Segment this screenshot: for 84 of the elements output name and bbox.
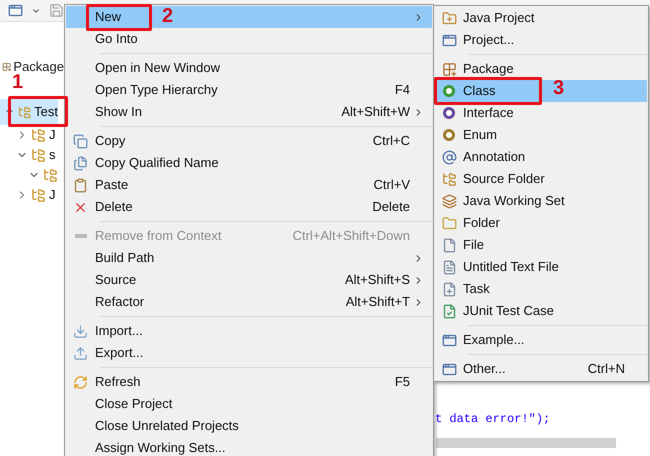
package-explorer-icon: [2, 61, 12, 73]
export-icon: [73, 346, 88, 360]
shortcut-label: F4: [394, 81, 410, 100]
shortcut-label: Alt+Shift+T: [346, 293, 410, 312]
menu-item[interactable]: Source Alt+Shift+S: [66, 269, 432, 291]
tree-item[interactable]: J: [0, 185, 64, 205]
dash-icon: [74, 234, 86, 238]
menu-item[interactable]: Open Type Hierarchy F4: [66, 79, 432, 101]
callout-number: 2: [162, 6, 174, 26]
pages-icon: [73, 156, 88, 170]
menu-item[interactable]: Export...: [66, 342, 432, 364]
save-icon[interactable]: [49, 3, 64, 18]
tree-item[interactable]: J: [0, 125, 64, 145]
callout-number: 1: [12, 72, 24, 92]
import-icon: [73, 324, 88, 338]
menu-item[interactable]: Package: [435, 58, 647, 80]
grid-icon: [442, 62, 456, 76]
copy-icon: [73, 134, 88, 148]
shortcut-label: Delete: [372, 198, 410, 216]
menu-item[interactable]: Untitled Text File: [435, 256, 647, 278]
layers-icon: [442, 194, 456, 208]
menu-item[interactable]: Copy Ctrl+C: [66, 130, 432, 152]
menu-item[interactable]: Build Path: [66, 247, 432, 269]
menu-item[interactable]: Source Folder: [435, 168, 647, 190]
menu-item[interactable]: Refresh F5: [66, 371, 432, 393]
menu-item[interactable]: Close Project: [66, 393, 432, 415]
menu-item[interactable]: JUnit Test Case: [435, 300, 647, 322]
menu-item[interactable]: Example...: [435, 329, 647, 351]
enum-icon: [442, 128, 456, 142]
shortcut-label: F5: [394, 373, 410, 392]
tree-item[interactable]: s: [0, 145, 64, 165]
callout-frame: [8, 96, 68, 127]
window-icon: [442, 362, 456, 376]
menu-item[interactable]: Java Project: [435, 7, 647, 29]
project-icon: [31, 128, 46, 142]
file-check-icon: [442, 304, 456, 318]
menu-item[interactable]: Other... Ctrl+N: [435, 358, 647, 380]
menu-item[interactable]: Go Into: [66, 28, 432, 50]
shortcut-label: Alt+Shift+W: [341, 103, 410, 122]
shortcut-label: Alt+Shift+S: [344, 271, 410, 290]
project-icon: [18, 104, 32, 120]
folder-icon: [442, 216, 456, 230]
menu-item[interactable]: File: [435, 234, 647, 256]
project-icon: [31, 188, 46, 202]
menu-item[interactable]: Paste Ctrl+V: [66, 174, 432, 196]
menu-item[interactable]: Java Working Set: [435, 190, 647, 212]
paste-icon: [73, 178, 88, 192]
file-icon: [442, 238, 456, 252]
interface-icon: [442, 106, 456, 120]
menu-item[interactable]: Import...: [66, 320, 432, 342]
project-icon: [31, 148, 46, 162]
menu-item[interactable]: Project...: [435, 29, 647, 51]
menu-item[interactable]: Folder: [435, 212, 647, 234]
class-icon: [442, 84, 456, 98]
menu-item[interactable]: Close Unrelated Projects: [66, 415, 432, 437]
menu-item[interactable]: Copy Qualified Name: [66, 152, 432, 174]
window-icon: [442, 32, 456, 48]
menu-item[interactable]: Assign Working Sets...: [66, 437, 432, 456]
callout-frame: [86, 4, 152, 31]
new-window-icon[interactable]: [8, 3, 23, 18]
shortcut-label: Ctrl+N: [588, 360, 625, 378]
shortcut-label: Ctrl+C: [372, 132, 410, 150]
code-line: t data error!");: [434, 411, 552, 428]
tree-item[interactable]: Test: [0, 99, 58, 125]
project-icon: [43, 168, 58, 182]
text-file-icon: [442, 260, 456, 274]
menu-item[interactable]: Enum: [435, 124, 647, 146]
menu-item[interactable]: Task: [435, 278, 647, 300]
callout-number: 3: [553, 78, 564, 98]
scrollbar-thumb[interactable]: [436, 438, 616, 448]
window-icon: [442, 332, 456, 348]
at-sign-icon: [442, 150, 456, 164]
folder-tree-icon: [442, 172, 456, 186]
menu-item[interactable]: Open in New Window: [66, 57, 432, 79]
menu-item[interactable]: Delete Delete: [66, 196, 432, 218]
menu-item[interactable]: Annotation: [435, 146, 647, 168]
folder-plus-icon: [442, 10, 456, 26]
menu-item[interactable]: Show In Alt+Shift+W: [66, 101, 432, 123]
shortcut-label: Ctrl+V: [374, 176, 410, 194]
menu-item[interactable]: Refactor Alt+Shift+T: [66, 291, 432, 313]
refresh-icon: [73, 374, 88, 390]
menu-item[interactable]: Interface: [435, 102, 647, 124]
file-plus-icon: [442, 282, 456, 296]
shortcut-label: Ctrl+Alt+Shift+Down: [292, 227, 410, 246]
